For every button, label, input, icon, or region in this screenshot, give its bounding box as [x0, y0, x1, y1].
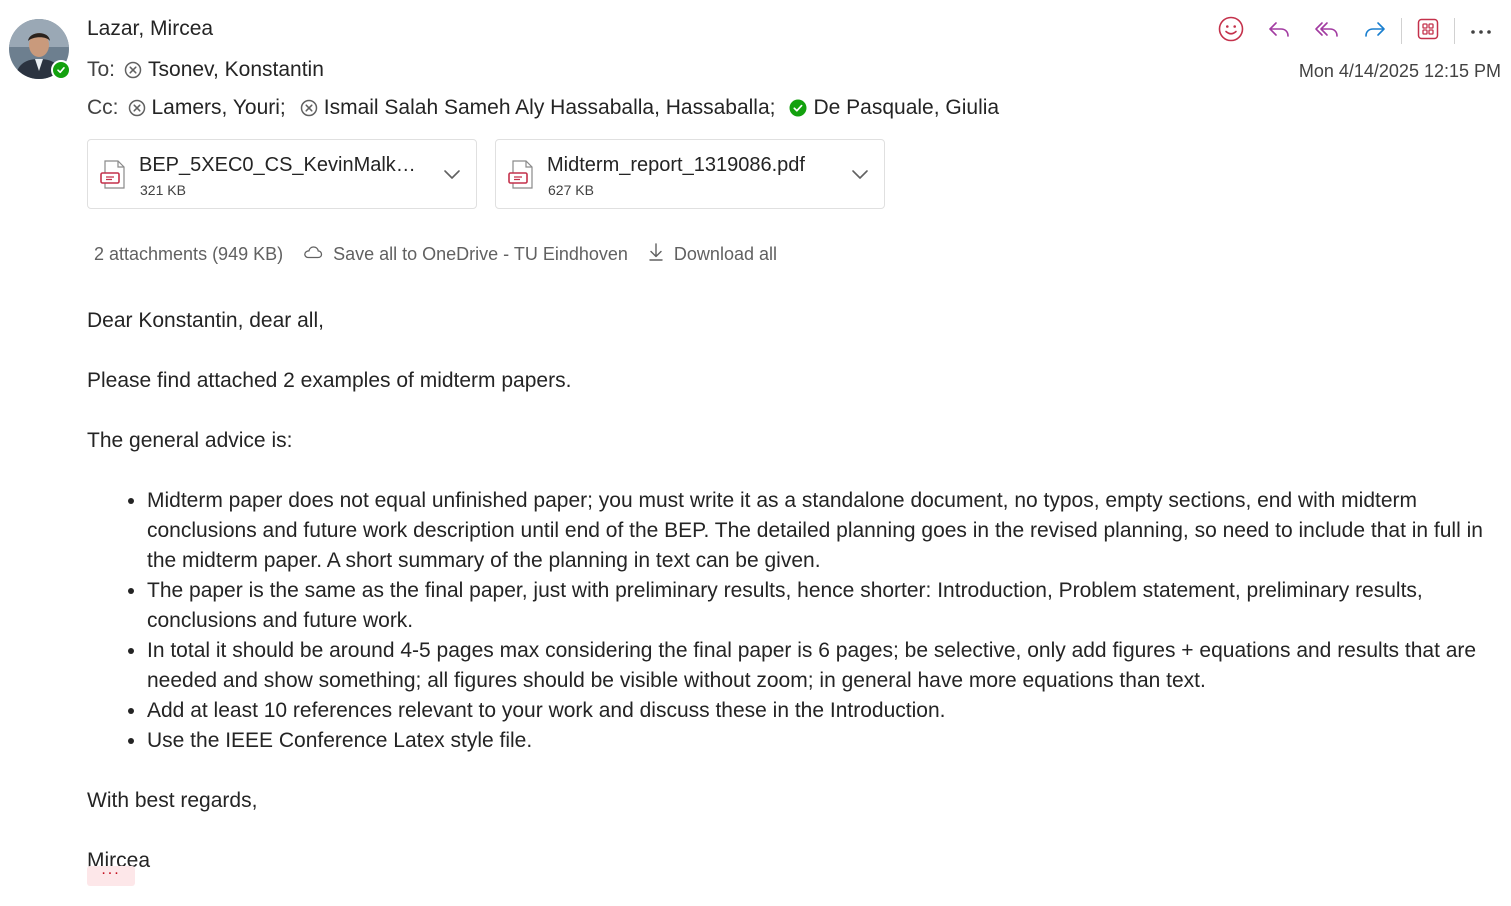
- advice-list: Midterm paper does not equal unfinished …: [87, 486, 1497, 756]
- closing: With best regards,: [87, 789, 258, 812]
- attachment-card[interactable]: BEP_5XEC0_CS_KevinMalkow... 321 KB: [87, 139, 477, 209]
- list-item: Midterm paper does not equal unfinished …: [147, 486, 1497, 576]
- cc-label: Cc:: [87, 96, 119, 119]
- save-all-onedrive-button[interactable]: Save all to OneDrive - TU Eindhoven: [303, 244, 628, 265]
- greeting: Dear Konstantin, dear all,: [87, 309, 324, 332]
- to-recipient[interactable]: Tsonev, Konstantin: [124, 58, 324, 82]
- message-toolbar: [1207, 14, 1505, 48]
- list-item: Add at least 10 references relevant to y…: [147, 696, 1497, 726]
- download-icon: [648, 242, 674, 267]
- to-recipient-name: Tsonev, Konstantin: [148, 58, 324, 81]
- forward-icon: [1363, 18, 1387, 45]
- attachment-actions: 2 attachments (949 KB) Save all to OneDr…: [94, 242, 777, 267]
- attachments-summary: 2 attachments (949 KB): [94, 244, 284, 264]
- cc-recipient-name: Lamers, Youri;: [151, 96, 286, 119]
- cc-recipient[interactable]: Ismail Salah Sameh Aly Hassaballa, Hassa…: [300, 96, 776, 120]
- attachment-card[interactable]: Midterm_report_1319086.pdf 627 KB: [495, 139, 885, 209]
- reply-icon: [1267, 18, 1291, 45]
- cc-line: Cc: Lamers, Youri; Ismail Salah Sameh Al…: [87, 96, 1013, 120]
- reply-all-icon: [1314, 18, 1340, 45]
- signature: Mircea: [87, 849, 151, 872]
- available-presence-icon: [789, 99, 807, 117]
- sender-name[interactable]: Lazar, Mircea: [87, 17, 213, 41]
- toolbar-divider: [1401, 18, 1402, 44]
- attachment-size: 321 KB: [140, 182, 186, 198]
- cc-recipient[interactable]: Lamers, Youri;: [128, 96, 286, 120]
- apps-button[interactable]: [1404, 14, 1452, 48]
- attachment-size: 627 KB: [548, 182, 594, 198]
- list-item: In total it should be around 4-5 pages m…: [147, 636, 1497, 696]
- to-label: To:: [87, 58, 116, 81]
- message-body: Dear Konstantin, dear all, Please find a…: [87, 306, 1497, 906]
- cloud-icon: [303, 244, 333, 265]
- received-timestamp: Mon 4/14/2025 12:15 PM: [1298, 61, 1501, 81]
- save-all-label: Save all to OneDrive - TU Eindhoven: [333, 244, 628, 264]
- chevron-down-icon[interactable]: [850, 164, 870, 189]
- reply-button[interactable]: [1255, 14, 1303, 48]
- cc-recipient-name: Ismail Salah Sameh Aly Hassaballa, Hassa…: [323, 96, 776, 119]
- apps-icon: [1416, 17, 1440, 46]
- cc-recipient-name: De Pasquale, Giulia: [813, 96, 1000, 119]
- reply-all-button[interactable]: [1303, 14, 1351, 48]
- download-all-button[interactable]: Download all: [648, 242, 777, 267]
- emoji-button[interactable]: [1207, 14, 1255, 48]
- attachment-name: BEP_5XEC0_CS_KevinMalkow...: [139, 154, 424, 176]
- unknown-presence-icon: [124, 61, 142, 79]
- list-item: The paper is the same as the final paper…: [147, 576, 1497, 636]
- chevron-down-icon[interactable]: [442, 164, 462, 189]
- download-all-label: Download all: [673, 244, 777, 264]
- intro-paragraph: Please find attached 2 examples of midte…: [87, 369, 572, 392]
- show-more-button[interactable]: ...: [87, 862, 135, 886]
- unknown-presence-icon: [300, 99, 318, 117]
- unknown-presence-icon: [128, 99, 146, 117]
- pdf-file-icon: [100, 160, 128, 195]
- presence-available-icon: [51, 60, 71, 80]
- more-icon: [1470, 22, 1492, 40]
- advice-heading: The general advice is:: [87, 429, 293, 452]
- attachment-name: Midterm_report_1319086.pdf: [547, 154, 805, 176]
- to-line: To: Tsonev, Konstantin: [87, 58, 338, 82]
- forward-button[interactable]: [1351, 14, 1399, 48]
- list-item: Use the IEEE Conference Latex style file…: [147, 726, 1497, 756]
- pdf-file-icon: [508, 160, 536, 195]
- cc-recipient[interactable]: De Pasquale, Giulia: [789, 96, 999, 120]
- toolbar-divider: [1454, 18, 1455, 44]
- emoji-icon: [1218, 16, 1244, 47]
- more-actions-button[interactable]: [1457, 14, 1505, 48]
